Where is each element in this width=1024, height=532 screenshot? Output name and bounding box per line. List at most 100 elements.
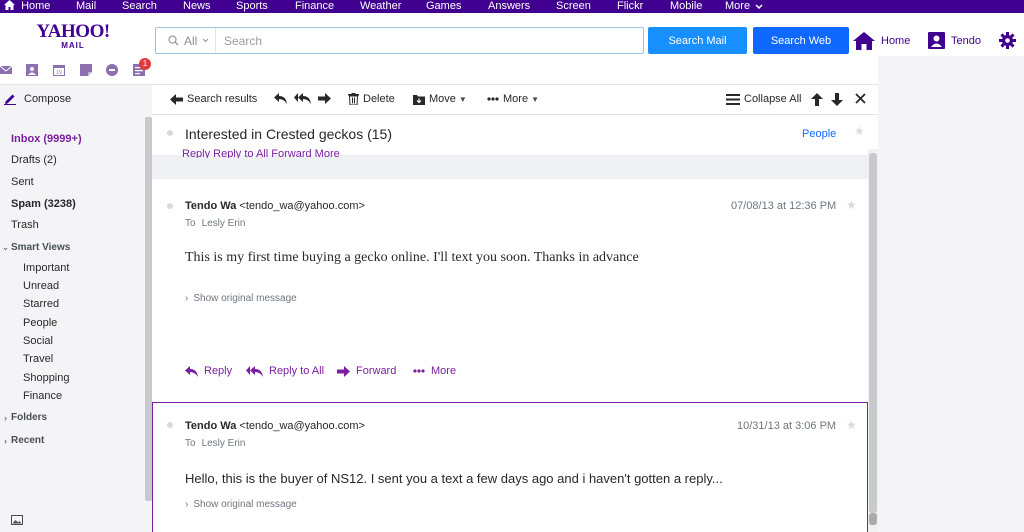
- image-icon[interactable]: [11, 515, 23, 525]
- smart-view-finance[interactable]: Finance: [23, 390, 62, 402]
- right-ad-pane: [878, 56, 1024, 532]
- more-button[interactable]: More: [413, 365, 456, 377]
- conversation-pane: Interested in Crested geckos (15) People…: [152, 115, 868, 532]
- reply-all-icon[interactable]: [294, 93, 311, 104]
- recent-label: Recent: [11, 435, 45, 446]
- to-label: To: [185, 438, 196, 449]
- messenger-icon[interactable]: [106, 64, 118, 76]
- people-link[interactable]: People: [802, 128, 836, 140]
- to-label: To: [185, 218, 196, 229]
- smart-view-shopping[interactable]: Shopping: [23, 372, 70, 384]
- recent-toggle[interactable]: › Recent: [0, 435, 44, 446]
- home-link[interactable]: Home: [853, 32, 910, 50]
- sidebar-scrollbar[interactable]: [145, 117, 152, 501]
- yahoo-mail-logo[interactable]: YAHOO! MAIL: [33, 22, 113, 50]
- conversation-scrollbar-thumb[interactable]: [869, 153, 877, 513]
- nav-flickr[interactable]: Flickr: [617, 0, 643, 13]
- star-icon[interactable]: ★: [846, 198, 857, 212]
- smart-view-starred[interactable]: Starred: [23, 298, 59, 310]
- show-original-toggle[interactable]: › Show original message: [185, 499, 297, 510]
- search-web-button[interactable]: Search Web: [753, 27, 849, 54]
- arrow-left-icon: [170, 93, 183, 105]
- nav-search[interactable]: Search: [122, 0, 157, 13]
- folders-toggle[interactable]: › Folders: [0, 412, 47, 423]
- search-mail-button[interactable]: Search Mail: [648, 27, 747, 54]
- message-card: Tendo Wa <tendo_wa@yahoo.com> To Lesly Er…: [152, 179, 868, 397]
- more-actions-button[interactable]: More ▼: [487, 93, 539, 105]
- reply-all-label: Reply to All: [269, 365, 325, 377]
- nav-answers[interactable]: Answers: [488, 0, 530, 13]
- recipient-name[interactable]: Lesly Erin: [202, 218, 246, 229]
- nav-news[interactable]: News: [183, 0, 211, 13]
- reply-button[interactable]: Reply: [185, 365, 232, 377]
- show-original-toggle[interactable]: › Show original message: [185, 293, 297, 304]
- sender-name: Tendo Wa: [185, 200, 237, 212]
- reply-icon[interactable]: [274, 93, 287, 104]
- sidebar-item-trash[interactable]: Trash: [11, 219, 39, 231]
- previous-message-arrow-up-icon[interactable]: [811, 93, 823, 106]
- nav-mobile[interactable]: Mobile: [670, 0, 702, 13]
- nav-screen[interactable]: Screen: [556, 0, 591, 13]
- collapse-icon: [726, 93, 740, 105]
- smart-view-important[interactable]: Important: [23, 262, 69, 274]
- star-icon[interactable]: ★: [854, 124, 865, 138]
- calendar-icon[interactable]: 19: [53, 64, 65, 76]
- smart-views-toggle[interactable]: ⌄ Smart Views: [0, 242, 71, 253]
- nav-mail[interactable]: Mail: [76, 0, 96, 13]
- smart-view-travel[interactable]: Travel: [23, 353, 53, 365]
- nav-home[interactable]: Home: [4, 0, 50, 13]
- close-icon[interactable]: [855, 93, 866, 104]
- read-dot: [167, 203, 173, 209]
- sidebar-item-drafts[interactable]: Drafts (2): [11, 154, 57, 166]
- contacts-icon[interactable]: [26, 64, 38, 76]
- sidebar-item-inbox[interactable]: Inbox (9999+): [11, 133, 82, 145]
- sidebar-item-sent[interactable]: Sent: [11, 176, 34, 188]
- forward-icon[interactable]: [318, 93, 331, 104]
- sidebar-item-spam[interactable]: Spam (3238): [11, 198, 76, 210]
- nav-finance[interactable]: Finance: [295, 0, 334, 13]
- more-label: More: [503, 93, 529, 105]
- nav-games[interactable]: Games: [426, 0, 461, 13]
- conversation-header: Interested in Crested geckos (15) People…: [152, 115, 868, 151]
- sender[interactable]: Tendo Wa <tendo_wa@yahoo.com>: [185, 420, 365, 432]
- smart-view-social[interactable]: Social: [23, 335, 53, 347]
- recipient-name[interactable]: Lesly Erin: [202, 438, 246, 449]
- sender-name: Tendo Wa: [185, 420, 237, 432]
- trash-icon: [348, 93, 359, 105]
- conversation-scrollbar-handle[interactable]: [869, 513, 877, 525]
- conversation-subject: Interested in Crested geckos (15): [185, 126, 392, 142]
- notepad-icon[interactable]: [80, 64, 92, 76]
- chevron-down-icon: [202, 38, 209, 43]
- sender[interactable]: Tendo Wa <tendo_wa@yahoo.com>: [185, 200, 365, 212]
- delete-button[interactable]: Delete: [348, 93, 395, 105]
- collapse-all-button[interactable]: Collapse All: [726, 93, 801, 105]
- more-label: More: [431, 365, 457, 377]
- back-to-search-results-button[interactable]: Search results: [170, 93, 257, 105]
- nav-more[interactable]: More: [725, 0, 763, 13]
- recipient-line: To Lesly Erin: [185, 438, 245, 449]
- nav-home-label: Home: [21, 0, 51, 12]
- smart-view-people[interactable]: People: [23, 317, 57, 329]
- chevron-down-icon: [755, 4, 763, 10]
- star-icon[interactable]: ★: [846, 418, 857, 432]
- search-input[interactable]: [216, 28, 643, 53]
- home-link-label: Home: [881, 35, 911, 47]
- compose-button[interactable]: Compose: [4, 93, 71, 105]
- chevron-down-icon: ▼: [458, 94, 467, 104]
- message-body: Hello, this is the buyer of NS12. I sent…: [185, 471, 723, 486]
- show-original-label: Show original message: [193, 293, 297, 304]
- forward-button[interactable]: Forward: [337, 365, 396, 377]
- gear-icon: [999, 32, 1016, 49]
- settings-button[interactable]: [999, 32, 1016, 52]
- message-body: This is my first time buying a gecko onl…: [185, 250, 639, 265]
- user-profile-link[interactable]: Tendo: [928, 32, 981, 49]
- nav-weather[interactable]: Weather: [360, 0, 401, 13]
- search-scope-dropdown[interactable]: All: [156, 28, 216, 53]
- nav-sports[interactable]: Sports: [236, 0, 268, 13]
- read-dot: [167, 422, 173, 428]
- mail-icon[interactable]: [0, 64, 12, 76]
- move-button[interactable]: Move ▼: [413, 93, 467, 105]
- smart-view-unread[interactable]: Unread: [23, 280, 59, 292]
- reply-all-button[interactable]: Reply to All: [246, 365, 324, 377]
- next-message-arrow-down-icon[interactable]: [831, 93, 843, 106]
